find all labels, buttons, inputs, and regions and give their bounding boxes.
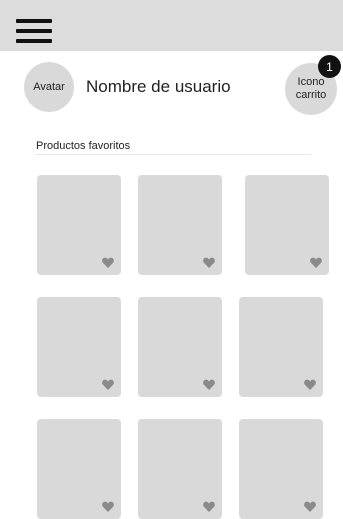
heart-icon[interactable] bbox=[203, 379, 215, 390]
top-bar bbox=[0, 0, 343, 51]
heart-icon[interactable] bbox=[304, 501, 316, 512]
heart-icon[interactable] bbox=[203, 257, 215, 268]
product-card[interactable] bbox=[138, 419, 222, 519]
heart-icon[interactable] bbox=[304, 379, 316, 390]
product-card[interactable] bbox=[37, 419, 121, 519]
hamburger-menu-icon[interactable] bbox=[16, 19, 52, 45]
avatar[interactable]: Avatar bbox=[24, 62, 74, 112]
avatar-label: Avatar bbox=[33, 81, 65, 93]
product-card[interactable] bbox=[239, 419, 323, 519]
heart-icon[interactable] bbox=[102, 501, 114, 512]
product-card[interactable] bbox=[37, 297, 121, 397]
heart-icon[interactable] bbox=[310, 257, 322, 268]
product-card[interactable] bbox=[239, 297, 323, 397]
section-title: Productos favoritos bbox=[36, 140, 131, 152]
cart-count-badge: 1 bbox=[318, 55, 341, 78]
heart-icon[interactable] bbox=[203, 501, 215, 512]
product-card[interactable] bbox=[245, 175, 329, 275]
username: Nombre de usuario bbox=[86, 77, 231, 96]
menu-line bbox=[16, 19, 52, 23]
menu-line bbox=[16, 29, 52, 33]
menu-line bbox=[16, 39, 52, 43]
section-divider bbox=[35, 154, 311, 155]
cart-label: Icono carrito bbox=[295, 76, 327, 101]
product-card[interactable] bbox=[138, 297, 222, 397]
heart-icon[interactable] bbox=[102, 257, 114, 268]
product-card[interactable] bbox=[138, 175, 222, 275]
product-card[interactable] bbox=[37, 175, 121, 275]
heart-icon[interactable] bbox=[102, 379, 114, 390]
